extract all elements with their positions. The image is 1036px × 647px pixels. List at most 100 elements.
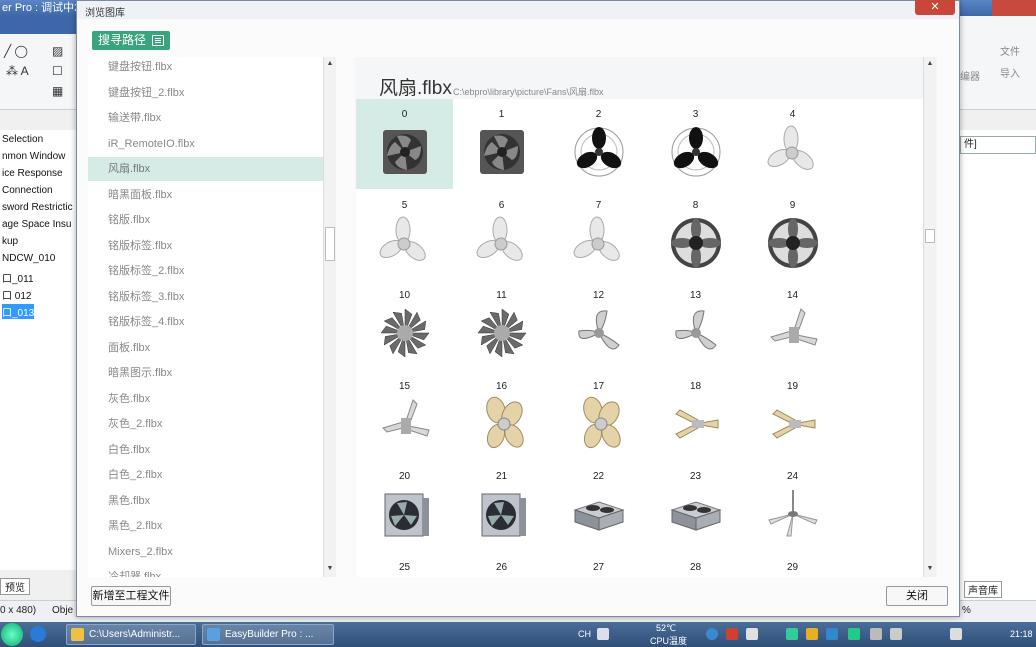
picture-cell[interactable]: 20: [356, 461, 453, 551]
taskbar-easybuilder-button[interactable]: EasyBuilder Pro : ...: [202, 624, 334, 645]
checkbox-tool-icon[interactable]: ☐: [52, 64, 63, 78]
tree-item[interactable]: age Space Insu: [2, 219, 72, 230]
language-indicator[interactable]: CH: [578, 629, 591, 639]
picture-cell[interactable]: 24: [744, 461, 841, 551]
scroll-thumb[interactable]: [925, 229, 935, 243]
keyboard-icon[interactable]: [597, 628, 609, 640]
sound-library-tab[interactable]: 声音库: [964, 581, 1002, 598]
picture-cell-selected[interactable]: 0: [356, 99, 453, 189]
picture-cell[interactable]: 23: [647, 461, 744, 551]
picture-cell[interactable]: 13: [647, 280, 744, 370]
file-item[interactable]: 暗黑图示.flbx: [88, 361, 323, 385]
file-item[interactable]: 铭版标签.flbx: [88, 234, 323, 258]
tray-app-icon[interactable]: [746, 628, 758, 640]
file-item[interactable]: 键盘按钮.flbx: [88, 57, 323, 79]
file-item[interactable]: 灰色_2.flbx: [88, 412, 323, 436]
gallery-scrollbar[interactable]: ▲ ▼: [923, 57, 936, 577]
shape-tools-icon[interactable]: ╱ ◯: [4, 44, 28, 58]
picture-cell[interactable]: 9: [744, 190, 841, 280]
file-item[interactable]: 铭版.flbx: [88, 208, 323, 232]
picture-cell[interactable]: 3: [647, 99, 744, 189]
search-path-button[interactable]: 搜寻路径: [92, 31, 170, 50]
dialog-close-button[interactable]: ✕: [915, 0, 955, 15]
file-item[interactable]: 黑色_2.flbx: [88, 514, 323, 538]
scroll-down-arrow-icon[interactable]: ▼: [324, 563, 336, 575]
tree-item-selected[interactable]: 口_013: [2, 304, 35, 319]
scroll-up-arrow-icon[interactable]: ▲: [924, 58, 936, 70]
tray-app-icon[interactable]: [826, 628, 838, 640]
file-item[interactable]: 灰色.flbx: [88, 387, 323, 411]
right-panel-tab[interactable]: 件]: [960, 136, 1036, 154]
picture-cell[interactable]: 7: [550, 190, 647, 280]
tray-app-icon[interactable]: [870, 628, 882, 640]
file-item[interactable]: 输送带.flbx: [88, 106, 323, 130]
picture-cell[interactable]: 22: [550, 461, 647, 551]
picture-cell[interactable]: 4: [744, 99, 841, 189]
picture-cell[interactable]: 26: [453, 552, 550, 578]
tree-item[interactable]: 口 012: [2, 287, 31, 302]
ribbon-import-label[interactable]: 导入: [1000, 65, 1020, 80]
library-file-list[interactable]: 键盘按钮.flbx 键盘按钮_2.flbx 输送带.flbx iR_RemoteIO.…: [88, 57, 323, 577]
file-item[interactable]: Mixers_2.flbx: [88, 540, 323, 564]
picture-cell[interactable]: 21: [453, 461, 550, 551]
picture-cell[interactable]: 17: [550, 371, 647, 461]
picture-cell[interactable]: 19: [744, 371, 841, 461]
picture-cell[interactable]: 29: [744, 552, 841, 578]
scroll-thumb[interactable]: [325, 227, 335, 261]
start-button-icon[interactable]: [1, 623, 23, 646]
file-item[interactable]: iR_RemoteIO.flbx: [88, 132, 323, 156]
picture-cell[interactable]: 1: [453, 99, 550, 189]
calendar-icon[interactable]: [726, 628, 738, 640]
picture-cell[interactable]: 6: [453, 190, 550, 280]
picture-tool-icon[interactable]: ▨: [52, 44, 63, 58]
picture-cell[interactable]: 2: [550, 99, 647, 189]
tree-item[interactable]: ice Response: [2, 168, 63, 179]
file-list-scrollbar[interactable]: ▲ ▼: [323, 57, 336, 577]
tree-item[interactable]: sword Restrictic: [2, 202, 73, 213]
tree-item[interactable]: kup: [2, 236, 18, 247]
file-item[interactable]: 暗黑面板.flbx: [88, 183, 323, 207]
file-item[interactable]: 铭版标签_4.flbx: [88, 310, 323, 334]
browser-icon[interactable]: [30, 626, 46, 642]
file-item[interactable]: 黑色.flbx: [88, 489, 323, 513]
ribbon-file-label[interactable]: 文件: [1000, 43, 1020, 58]
picture-cell[interactable]: 25: [356, 552, 453, 578]
file-item[interactable]: 铭版标签_3.flbx: [88, 285, 323, 309]
ribbon-editor-label[interactable]: 编器: [960, 68, 980, 83]
picture-cell[interactable]: 5: [356, 190, 453, 280]
scroll-up-arrow-icon[interactable]: ▲: [324, 58, 336, 70]
app-close-button[interactable]: [992, 0, 1036, 16]
tree-item[interactable]: Connection: [2, 185, 53, 196]
file-item[interactable]: 冷却器.flbx: [88, 565, 323, 577]
add-to-project-button[interactable]: 新增至工程文件: [91, 586, 171, 606]
picture-cell[interactable]: 16: [453, 371, 550, 461]
network-icon[interactable]: [706, 628, 718, 640]
picture-cell[interactable]: 15: [356, 371, 453, 461]
text-tool-icon[interactable]: ⁂ A: [6, 64, 29, 78]
picture-cell[interactable]: 27: [550, 552, 647, 578]
preview-tab[interactable]: 预览: [0, 578, 30, 595]
quick-access-toolbar[interactable]: [0, 16, 80, 34]
file-item[interactable]: 铭版标签_2.flbx: [88, 259, 323, 283]
file-item[interactable]: 键盘按钮_2.flbx: [88, 81, 323, 105]
picture-cell[interactable]: 14: [744, 280, 841, 370]
picture-cell[interactable]: 12: [550, 280, 647, 370]
file-item[interactable]: 面板.flbx: [88, 336, 323, 360]
taskbar-explorer-button[interactable]: C:\Users\Administr...: [66, 624, 196, 645]
picture-cell[interactable]: 8: [647, 190, 744, 280]
file-item-selected[interactable]: 风扇.flbx: [88, 157, 323, 181]
file-item[interactable]: 白色_2.flbx: [88, 463, 323, 487]
tree-item[interactable]: NDCW_010: [2, 253, 55, 264]
tree-item[interactable]: Selection: [2, 134, 43, 145]
volume-icon[interactable]: [950, 628, 962, 640]
picture-cell[interactable]: 10: [356, 280, 453, 370]
picture-cell[interactable]: 18: [647, 371, 744, 461]
tree-item[interactable]: 口_011: [2, 270, 34, 285]
file-item[interactable]: 白色.flbx: [88, 438, 323, 462]
picture-cell[interactable]: 28: [647, 552, 744, 578]
tray-app-icon[interactable]: [806, 628, 818, 640]
shield-icon[interactable]: [848, 628, 860, 640]
close-button[interactable]: 关闭: [886, 586, 948, 606]
table-tool-icon[interactable]: ▦: [52, 84, 63, 98]
tray-app-icon[interactable]: [786, 628, 798, 640]
